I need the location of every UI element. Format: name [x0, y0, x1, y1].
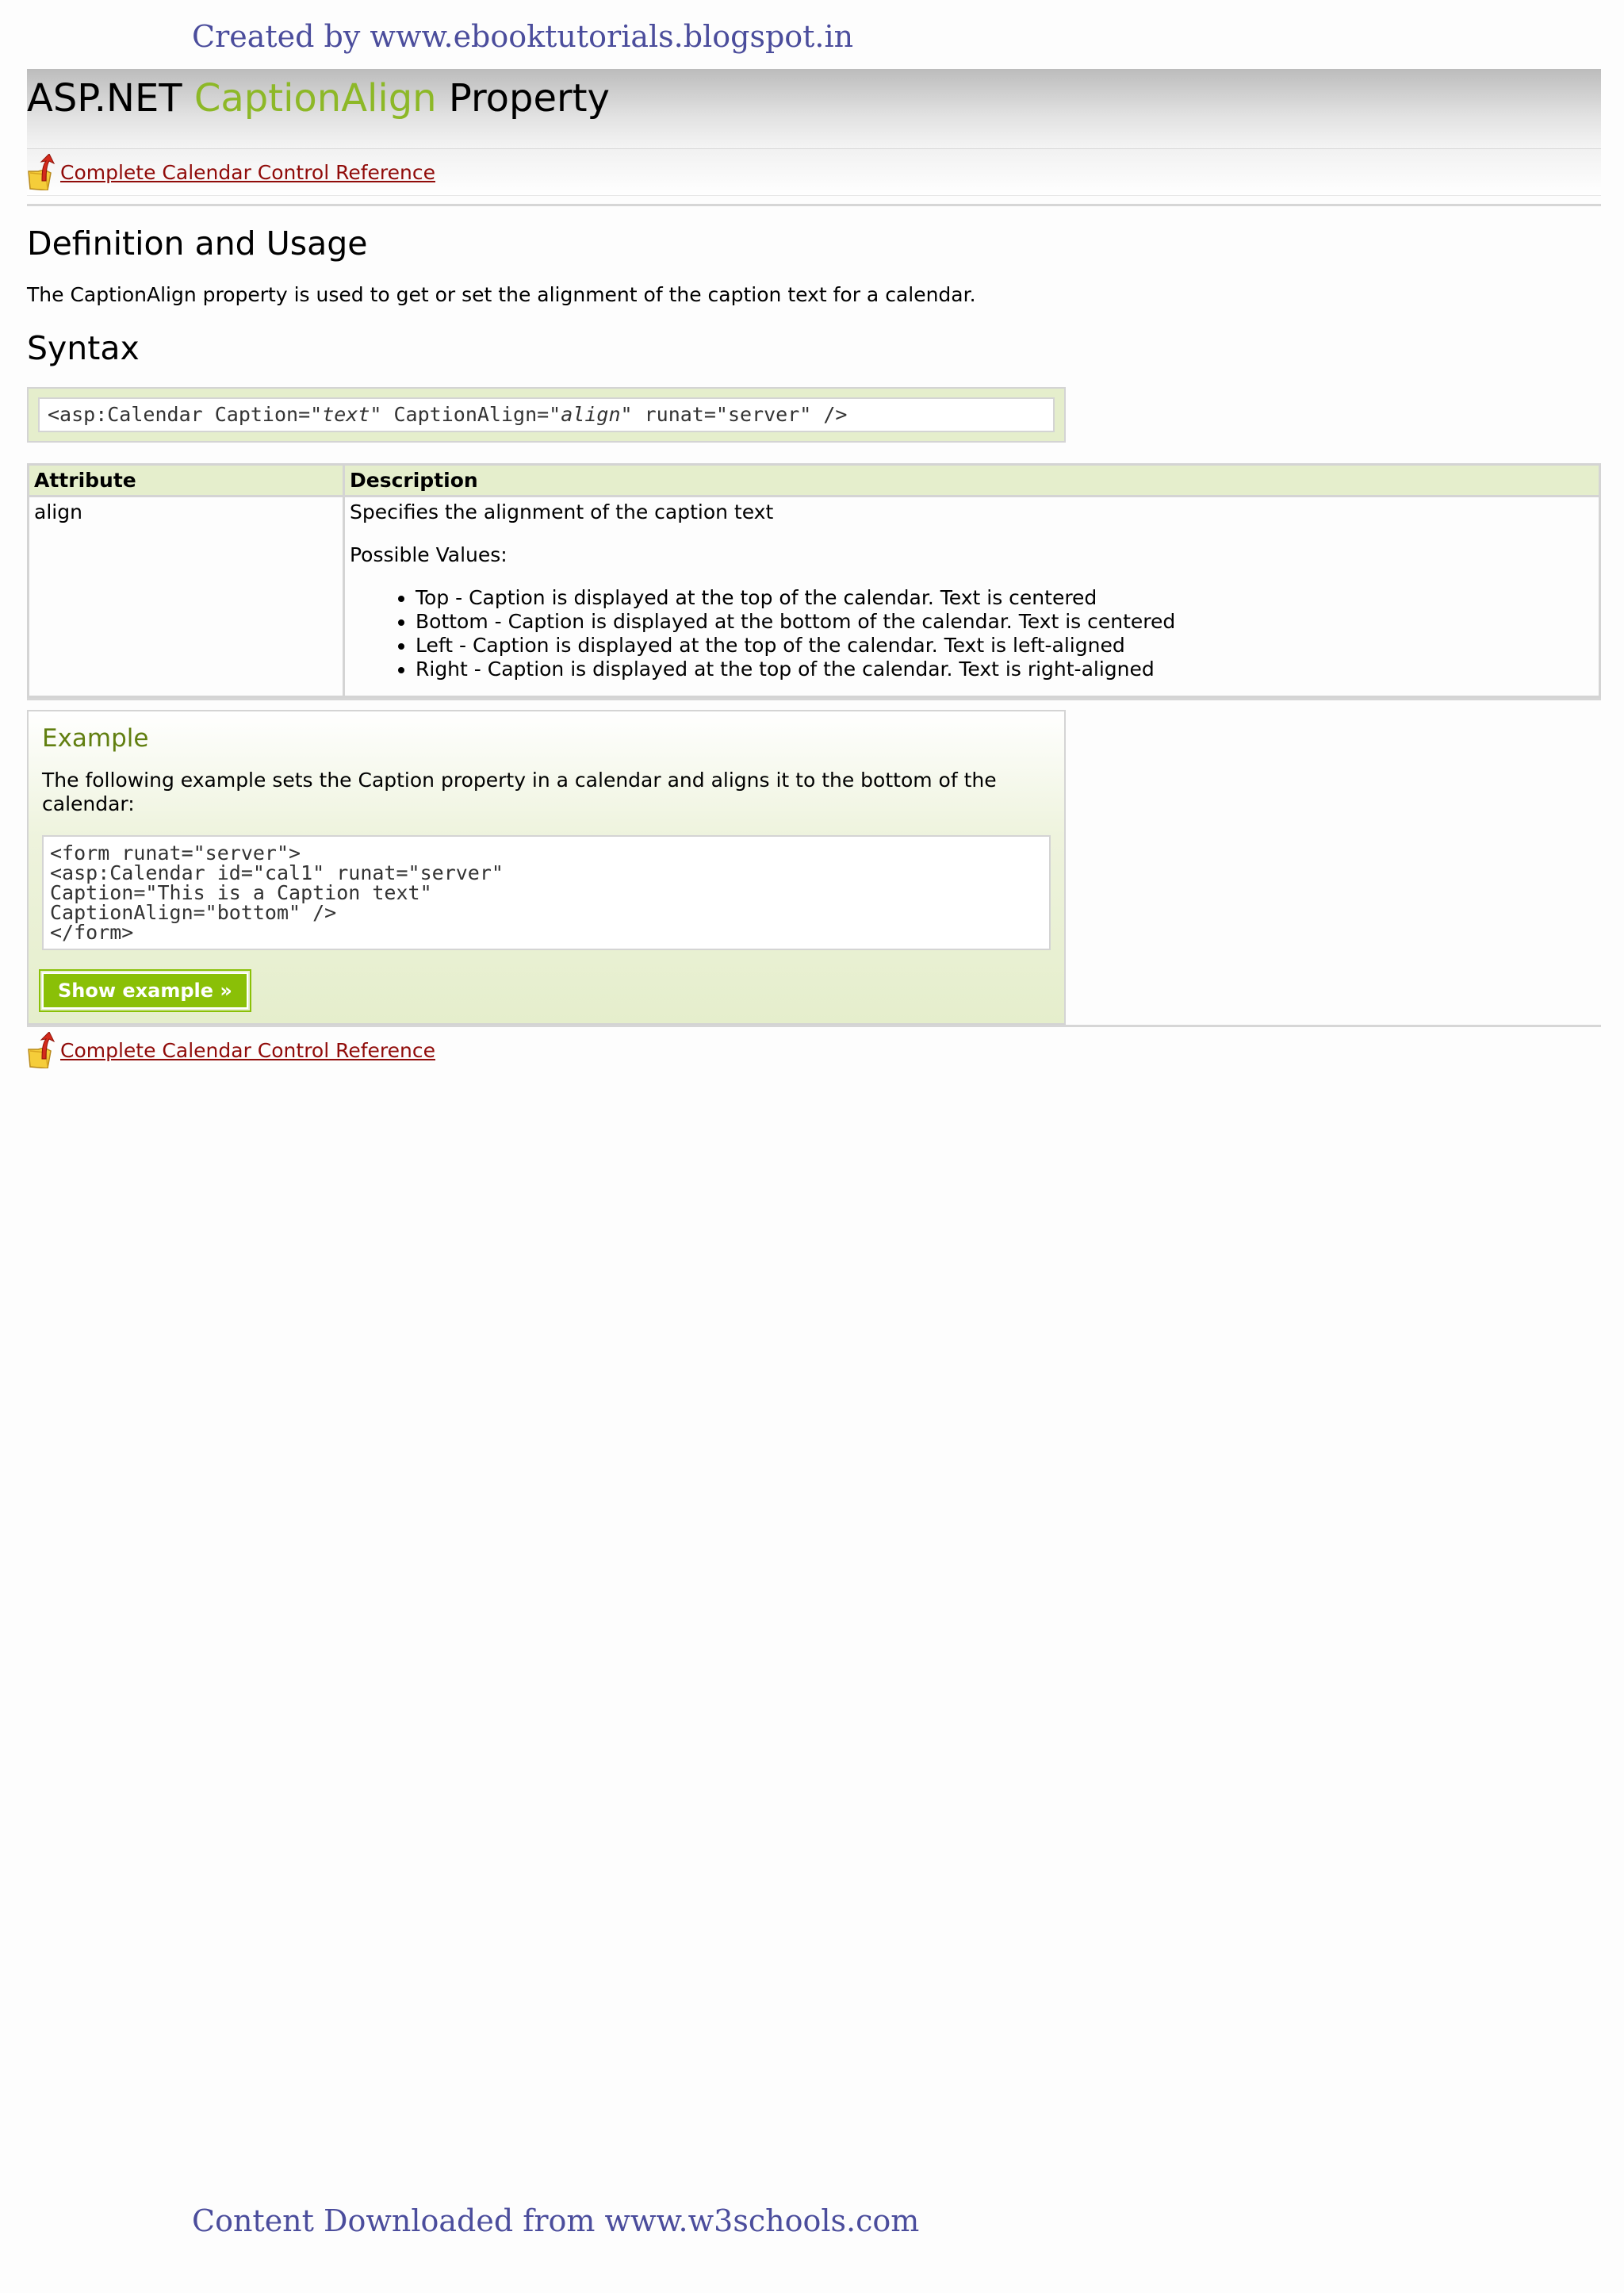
syntax-part: " runat="server" /> — [620, 403, 848, 426]
syntax-part: " CaptionAlign=" — [370, 403, 561, 426]
description-text: Specifies the alignment of the caption t… — [350, 500, 774, 523]
title-prefix: ASP.NET — [27, 76, 194, 121]
possible-values-list: Top - Caption is displayed at the top of… — [350, 586, 1594, 681]
code-line: </form> — [50, 921, 134, 944]
syntax-code: <asp:Calendar Caption="text" CaptionAlig… — [38, 397, 1055, 432]
syntax-arg-align: align — [561, 403, 621, 426]
attribute-table: Attribute Description align Specifies th… — [27, 463, 1601, 698]
possible-values-label: Possible Values: — [350, 543, 508, 566]
watermark-bottom: Content Downloaded from www.w3schools.co… — [192, 2203, 920, 2238]
list-item: Right - Caption is displayed at the top … — [416, 658, 1594, 681]
table-header-row: Attribute Description — [27, 463, 1601, 497]
bottom-nav: Complete Calendar Control Reference — [27, 1032, 1601, 1068]
main-content: ASP.NET CaptionAlign Property Complete C… — [27, 69, 1601, 1068]
table-row: align Specifies the alignment of the cap… — [27, 495, 1601, 698]
code-line: <form runat="server"> — [50, 842, 301, 865]
syntax-arg-text: text — [322, 403, 370, 426]
attribute-cell: align — [27, 495, 345, 698]
definition-heading: Definition and Usage — [27, 224, 368, 263]
description-cell: Specifies the alignment of the caption t… — [343, 495, 1601, 698]
list-item: Left - Caption is displayed at the top o… — [416, 634, 1594, 658]
title-suffix: Property — [436, 76, 610, 121]
code-line: Caption="This is a Caption text" — [50, 881, 432, 904]
example-text: The following example sets the Caption p… — [42, 769, 997, 815]
definition-text: The CaptionAlign property is used to get… — [27, 283, 976, 306]
list-item: Top - Caption is displayed at the top of… — [416, 586, 1594, 610]
page-title: ASP.NET CaptionAlign Property — [27, 69, 1601, 148]
list-item: Bottom - Caption is displayed at the bot… — [416, 610, 1594, 634]
header-attribute: Attribute — [27, 463, 345, 497]
show-example-button[interactable]: Show example » — [39, 969, 251, 1012]
divider — [27, 698, 1601, 700]
divider — [27, 1025, 1601, 1027]
header-description: Description — [343, 463, 1601, 497]
reference-link-top-label: Complete Calendar Control Reference — [60, 160, 435, 184]
folder-up-arrow-icon — [28, 1032, 56, 1068]
reference-link-top[interactable]: Complete Calendar Control Reference — [27, 154, 435, 190]
code-line: CaptionAlign="bottom" /> — [50, 901, 337, 924]
code-line: <asp:Calendar id="cal1" runat="server" — [50, 861, 504, 884]
example-box: Example The following example sets the C… — [27, 710, 1066, 1025]
syntax-heading: Syntax — [27, 329, 140, 367]
watermark-top: Created by www.ebooktutorials.blogspot.i… — [192, 19, 854, 54]
title-highlight: CaptionAlign — [193, 76, 437, 121]
reference-link-bottom-label: Complete Calendar Control Reference — [60, 1038, 435, 1062]
example-heading: Example — [42, 724, 149, 753]
syntax-part: <asp:Calendar Caption=" — [48, 403, 323, 426]
syntax-box: <asp:Calendar Caption="text" CaptionAlig… — [27, 387, 1066, 443]
top-nav: Complete Calendar Control Reference — [27, 148, 1601, 196]
divider — [27, 204, 1601, 206]
example-code: <form runat="server"> <asp:Calendar id="… — [42, 835, 1051, 950]
reference-link-bottom[interactable]: Complete Calendar Control Reference — [27, 1032, 1601, 1068]
folder-up-arrow-icon — [28, 154, 56, 190]
